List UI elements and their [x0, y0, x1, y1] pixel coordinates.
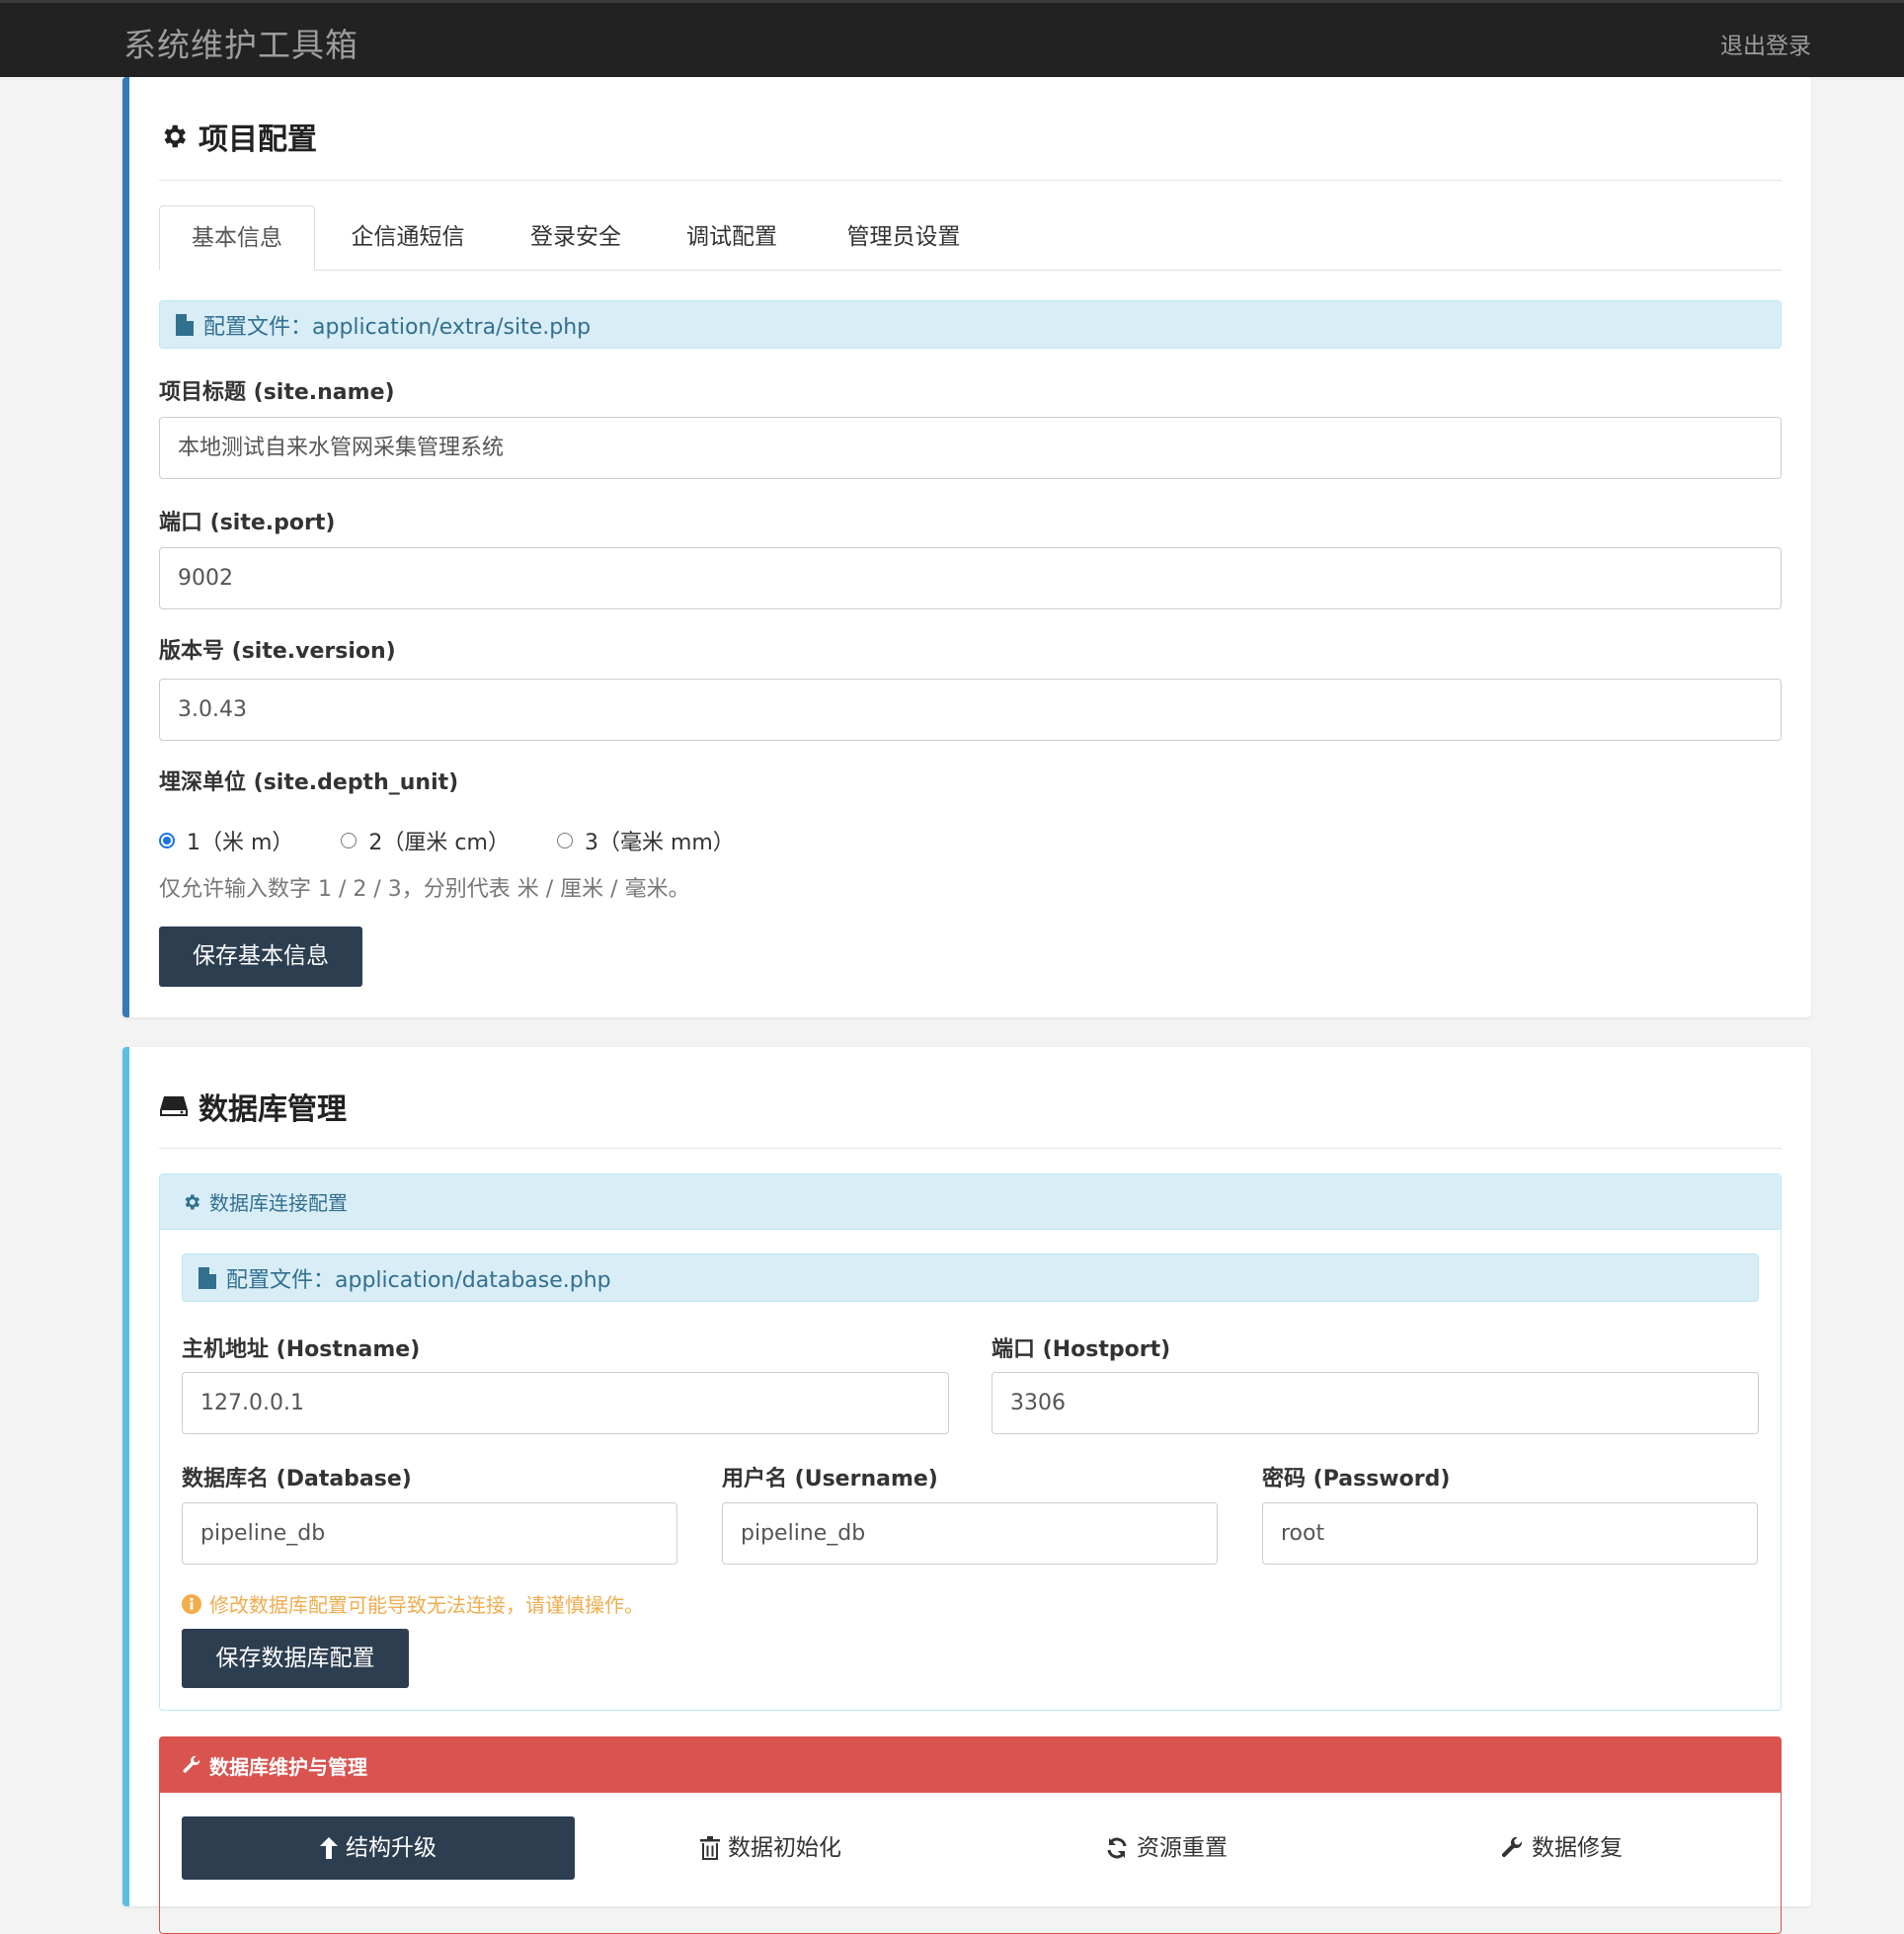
top-navbar: 系统维护工具箱 退出登录 — [0, 0, 1904, 77]
site-name-label: 项目标题 (site.name) — [159, 380, 395, 405]
structure-upgrade-label: 结构升级 — [346, 1835, 436, 1861]
app-brand[interactable]: 系统维护工具箱 — [123, 19, 358, 66]
project-config-title-text: 项目配置 — [198, 122, 317, 157]
database-name-label: 数据库名 (Database) — [182, 1467, 412, 1491]
tab-debug[interactable]: 调试配置 — [651, 205, 813, 270]
tab-basic-info[interactable]: 基本信息 — [159, 205, 315, 271]
file-icon — [198, 1266, 216, 1289]
hdd-icon — [160, 1096, 188, 1116]
config-tabs: 基本信息 企信通短信 登录安全 调试配置 管理员设置 — [159, 205, 1782, 271]
depth-unit-label: 埋深单位 (site.depth_unit) — [159, 770, 459, 795]
db-warning-text: 修改数据库配置可能导致无法连接，请谨慎操作。 — [209, 1593, 644, 1617]
radio-unchecked-icon[interactable] — [556, 833, 573, 848]
arrow-up-icon — [320, 1837, 338, 1859]
gear-icon — [185, 1194, 199, 1209]
hostport-label: 端口 (Hostport) — [992, 1337, 1171, 1362]
db-config-file-bar: 配置文件：application/database.php — [182, 1253, 1759, 1302]
hostname-input[interactable]: 127.0.0.1 — [182, 1372, 949, 1434]
database-management-title-text: 数据库管理 — [198, 1092, 347, 1127]
hostport-input[interactable]: 3306 — [992, 1372, 1759, 1434]
db-config-file-path: 配置文件：application/database.php — [226, 1267, 611, 1293]
hostname-label: 主机地址 (Hostname) — [182, 1337, 421, 1362]
depth-unit-help-text: 仅允许输入数字 1 / 2 / 3，分别代表 米 / 厘米 / 毫米。 — [159, 877, 690, 902]
data-init-label: 数据初始化 — [728, 1835, 841, 1861]
wrench-icon — [1501, 1836, 1522, 1858]
refresh-icon — [1107, 1837, 1127, 1859]
gear-icon — [164, 124, 186, 148]
database-management-title: 数据库管理 — [159, 1085, 347, 1128]
db-warning: 修改数据库配置可能导致无法连接，请谨慎操作。 — [182, 1589, 644, 1618]
divider — [159, 180, 1782, 181]
data-repair-button[interactable]: 数据修复 — [1500, 1816, 1623, 1880]
depth-unit-option-label: 1（米 m） — [187, 831, 294, 855]
tab-sms[interactable]: 企信通短信 — [315, 205, 501, 270]
depth-unit-radio-m[interactable]: 1（米 m） — [159, 825, 293, 856]
db-connection-panel: 数据库连接配置 配置文件：application/database.php 主机… — [159, 1173, 1782, 1711]
site-port-input[interactable]: 9002 — [159, 547, 1782, 609]
trash-icon — [700, 1836, 720, 1860]
divider — [159, 1148, 1782, 1149]
radio-unchecked-icon[interactable] — [341, 833, 357, 848]
depth-unit-radio-mm[interactable]: 3（毫米 mm） — [556, 825, 735, 856]
project-config-card: 项目配置 基本信息 企信通短信 登录安全 调试配置 管理员设置 配置文件：app… — [122, 77, 1811, 1017]
username-label: 用户名 (Username) — [722, 1467, 938, 1491]
resource-reset-label: 资源重置 — [1137, 1835, 1228, 1861]
logout-link[interactable]: 退出登录 — [1720, 27, 1811, 60]
db-maintenance-panel: 数据库维护与管理 结构升级 数据初始化 资源重置 数据修复 — [159, 1736, 1782, 1934]
data-init-button[interactable]: 数据初始化 — [700, 1816, 841, 1880]
save-basic-info-button[interactable]: 保存基本信息 — [159, 927, 362, 987]
password-label: 密码 (Password) — [1262, 1467, 1451, 1491]
site-version-label: 版本号 (site.version) — [159, 639, 396, 664]
info-circle-icon — [182, 1593, 201, 1614]
site-name-input[interactable]: 本地测试自来水管网采集管理系统 — [159, 417, 1782, 479]
depth-unit-radio-group: 1（米 m） 2（厘米 cm） 3（毫米 mm） — [159, 825, 782, 856]
depth-unit-radio-cm[interactable]: 2（厘米 cm） — [341, 825, 510, 856]
data-repair-label: 数据修复 — [1532, 1835, 1623, 1861]
db-connection-heading: 数据库连接配置 — [209, 1191, 348, 1215]
file-icon — [176, 313, 194, 336]
site-port-label: 端口 (site.port) — [159, 511, 336, 535]
tab-admin[interactable]: 管理员设置 — [813, 205, 994, 270]
password-input[interactable]: root — [1262, 1502, 1758, 1565]
wrench-icon — [183, 1755, 200, 1773]
database-name-input[interactable]: pipeline_db — [182, 1502, 677, 1565]
resource-reset-button[interactable]: 资源重置 — [1105, 1816, 1228, 1880]
site-config-file-path: 配置文件：application/extra/site.php — [203, 314, 592, 340]
db-maintenance-heading: 数据库维护与管理 — [209, 1754, 367, 1779]
radio-checked-icon[interactable] — [159, 833, 175, 848]
structure-upgrade-button[interactable]: 结构升级 — [182, 1816, 575, 1880]
depth-unit-option-label: 2（厘米 cm） — [368, 831, 510, 855]
project-config-title: 项目配置 — [159, 115, 317, 158]
save-db-config-button[interactable]: 保存数据库配置 — [182, 1629, 409, 1688]
database-management-card: 数据库管理 数据库连接配置 配置文件：application/database.… — [122, 1047, 1811, 1934]
username-input[interactable]: pipeline_db — [722, 1502, 1218, 1565]
db-connection-panel-header: 数据库连接配置 — [160, 1174, 1781, 1230]
depth-unit-option-label: 3（毫米 mm） — [584, 831, 735, 855]
site-config-file-bar: 配置文件：application/extra/site.php — [159, 300, 1782, 349]
site-version-input[interactable]: 3.0.43 — [159, 679, 1782, 741]
db-maintenance-panel-header: 数据库维护与管理 — [160, 1737, 1781, 1793]
tab-login-security[interactable]: 登录安全 — [501, 205, 651, 270]
